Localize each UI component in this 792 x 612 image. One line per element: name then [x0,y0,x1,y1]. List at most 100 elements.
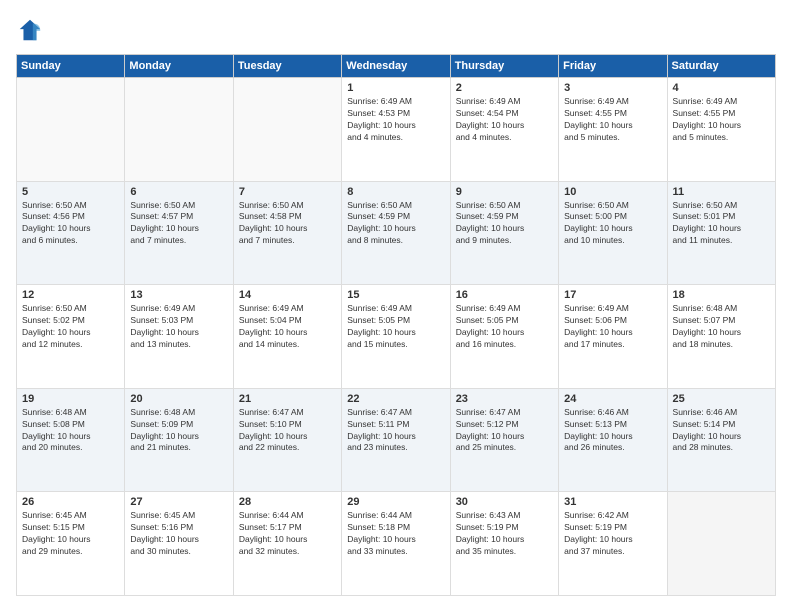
day-cell: 4 Sunrise: 6:49 AM Sunset: 4:55 PM Daylig… [667,78,775,182]
day-number: 23 [456,393,553,405]
day-info: Sunrise: 6:46 AM Sunset: 5:13 PM Dayligh… [564,407,661,455]
day-cell: 27 Sunrise: 6:45 AM Sunset: 5:16 PM Dayli… [125,492,233,596]
header [16,16,776,44]
weekday-wednesday: Wednesday [342,55,450,78]
day-cell: 8 Sunrise: 6:50 AM Sunset: 4:59 PM Daylig… [342,181,450,285]
week-row-3: 12 Sunrise: 6:50 AM Sunset: 5:02 PM Dayli… [17,285,776,389]
day-cell: 10Sunrise: 6:50 AM Sunset: 5:00 PM Dayli… [559,181,667,285]
day-info: Sunrise: 6:44 AM Sunset: 5:18 PM Dayligh… [347,510,444,558]
day-info: Sunrise: 6:49 AM Sunset: 4:55 PM Dayligh… [673,96,770,144]
day-info: Sunrise: 6:49 AM Sunset: 5:06 PM Dayligh… [564,303,661,351]
day-cell: 21Sunrise: 6:47 AM Sunset: 5:10 PM Dayli… [233,388,341,492]
day-cell: 11 Sunrise: 6:50 AM Sunset: 5:01 PM Dayli… [667,181,775,285]
day-cell: 22 Sunrise: 6:47 AM Sunset: 5:11 PM Dayli… [342,388,450,492]
day-info: Sunrise: 6:50 AM Sunset: 4:58 PM Dayligh… [239,200,336,248]
day-number: 9 [456,186,553,198]
weekday-tuesday: Tuesday [233,55,341,78]
day-cell: 2Sunrise: 6:49 AM Sunset: 4:54 PM Daylig… [450,78,558,182]
day-number: 27 [130,496,227,508]
day-number: 25 [673,393,770,405]
day-info: Sunrise: 6:50 AM Sunset: 4:59 PM Dayligh… [456,200,553,248]
day-info: Sunrise: 6:49 AM Sunset: 4:53 PM Dayligh… [347,96,444,144]
day-number: 19 [22,393,119,405]
weekday-monday: Monday [125,55,233,78]
day-number: 4 [673,82,770,94]
day-cell: 31Sunrise: 6:42 AM Sunset: 5:19 PM Dayli… [559,492,667,596]
day-number: 20 [130,393,227,405]
day-number: 30 [456,496,553,508]
day-number: 8 [347,186,444,198]
week-row-4: 19Sunrise: 6:48 AM Sunset: 5:08 PM Dayli… [17,388,776,492]
day-cell: 18Sunrise: 6:48 AM Sunset: 5:07 PM Dayli… [667,285,775,389]
day-cell: 19Sunrise: 6:48 AM Sunset: 5:08 PM Dayli… [17,388,125,492]
day-number: 15 [347,289,444,301]
week-row-1: 1 Sunrise: 6:49 AM Sunset: 4:53 PM Daylig… [17,78,776,182]
day-info: Sunrise: 6:50 AM Sunset: 5:01 PM Dayligh… [673,200,770,248]
day-info: Sunrise: 6:42 AM Sunset: 5:19 PM Dayligh… [564,510,661,558]
day-cell: 17 Sunrise: 6:49 AM Sunset: 5:06 PM Dayli… [559,285,667,389]
day-info: Sunrise: 6:43 AM Sunset: 5:19 PM Dayligh… [456,510,553,558]
day-number: 24 [564,393,661,405]
day-number: 13 [130,289,227,301]
day-info: Sunrise: 6:50 AM Sunset: 4:59 PM Dayligh… [347,200,444,248]
day-info: Sunrise: 6:45 AM Sunset: 5:16 PM Dayligh… [130,510,227,558]
logo [16,16,48,44]
week-row-5: 26 Sunrise: 6:45 AM Sunset: 5:15 PM Dayli… [17,492,776,596]
day-number: 11 [673,186,770,198]
day-cell: 26 Sunrise: 6:45 AM Sunset: 5:15 PM Dayli… [17,492,125,596]
day-number: 14 [239,289,336,301]
day-number: 17 [564,289,661,301]
day-number: 1 [347,82,444,94]
day-number: 21 [239,393,336,405]
day-cell: 29 Sunrise: 6:44 AM Sunset: 5:18 PM Dayli… [342,492,450,596]
day-number: 6 [130,186,227,198]
calendar-table: SundayMondayTuesdayWednesdayThursdayFrid… [16,54,776,596]
day-number: 22 [347,393,444,405]
day-info: Sunrise: 6:50 AM Sunset: 5:00 PM Dayligh… [564,200,661,248]
day-number: 26 [22,496,119,508]
day-cell [17,78,125,182]
day-info: Sunrise: 6:46 AM Sunset: 5:14 PM Dayligh… [673,407,770,455]
day-number: 29 [347,496,444,508]
day-cell: 9 Sunrise: 6:50 AM Sunset: 4:59 PM Daylig… [450,181,558,285]
day-number: 12 [22,289,119,301]
weekday-header-row: SundayMondayTuesdayWednesdayThursdayFrid… [17,55,776,78]
day-info: Sunrise: 6:45 AM Sunset: 5:15 PM Dayligh… [22,510,119,558]
day-cell: 12 Sunrise: 6:50 AM Sunset: 5:02 PM Dayli… [17,285,125,389]
day-info: Sunrise: 6:47 AM Sunset: 5:11 PM Dayligh… [347,407,444,455]
day-info: Sunrise: 6:44 AM Sunset: 5:17 PM Dayligh… [239,510,336,558]
day-info: Sunrise: 6:48 AM Sunset: 5:09 PM Dayligh… [130,407,227,455]
day-number: 3 [564,82,661,94]
day-cell: 15 Sunrise: 6:49 AM Sunset: 5:05 PM Dayli… [342,285,450,389]
weekday-friday: Friday [559,55,667,78]
day-number: 28 [239,496,336,508]
day-info: Sunrise: 6:47 AM Sunset: 5:12 PM Dayligh… [456,407,553,455]
day-cell [233,78,341,182]
day-cell [667,492,775,596]
weekday-thursday: Thursday [450,55,558,78]
week-row-2: 5Sunrise: 6:50 AM Sunset: 4:56 PM Daylig… [17,181,776,285]
day-cell: 13 Sunrise: 6:49 AM Sunset: 5:03 PM Dayli… [125,285,233,389]
day-info: Sunrise: 6:49 AM Sunset: 5:05 PM Dayligh… [347,303,444,351]
day-info: Sunrise: 6:49 AM Sunset: 4:55 PM Dayligh… [564,96,661,144]
day-cell: 23 Sunrise: 6:47 AM Sunset: 5:12 PM Dayli… [450,388,558,492]
day-cell: 7 Sunrise: 6:50 AM Sunset: 4:58 PM Daylig… [233,181,341,285]
day-cell: 5Sunrise: 6:50 AM Sunset: 4:56 PM Daylig… [17,181,125,285]
day-cell: 25 Sunrise: 6:46 AM Sunset: 5:14 PM Dayli… [667,388,775,492]
day-cell: 6 Sunrise: 6:50 AM Sunset: 4:57 PM Daylig… [125,181,233,285]
day-number: 16 [456,289,553,301]
day-number: 18 [673,289,770,301]
day-info: Sunrise: 6:49 AM Sunset: 5:03 PM Dayligh… [130,303,227,351]
day-cell: 30 Sunrise: 6:43 AM Sunset: 5:19 PM Dayli… [450,492,558,596]
weekday-saturday: Saturday [667,55,775,78]
day-cell: 24 Sunrise: 6:46 AM Sunset: 5:13 PM Dayli… [559,388,667,492]
day-info: Sunrise: 6:50 AM Sunset: 4:57 PM Dayligh… [130,200,227,248]
day-info: Sunrise: 6:49 AM Sunset: 5:04 PM Dayligh… [239,303,336,351]
day-cell: 14 Sunrise: 6:49 AM Sunset: 5:04 PM Dayli… [233,285,341,389]
day-info: Sunrise: 6:50 AM Sunset: 5:02 PM Dayligh… [22,303,119,351]
day-number: 7 [239,186,336,198]
day-cell: 28 Sunrise: 6:44 AM Sunset: 5:17 PM Dayli… [233,492,341,596]
day-cell: 16 Sunrise: 6:49 AM Sunset: 5:05 PM Dayli… [450,285,558,389]
day-info: Sunrise: 6:49 AM Sunset: 5:05 PM Dayligh… [456,303,553,351]
day-info: Sunrise: 6:49 AM Sunset: 4:54 PM Dayligh… [456,96,553,144]
